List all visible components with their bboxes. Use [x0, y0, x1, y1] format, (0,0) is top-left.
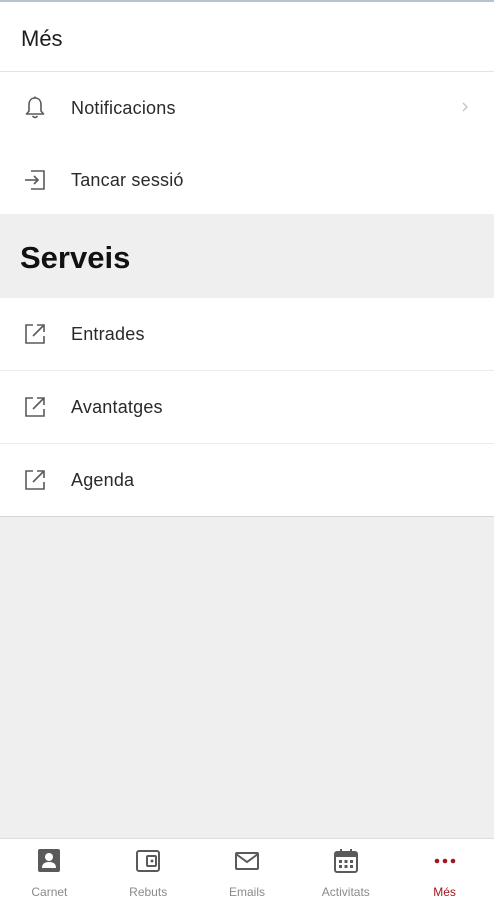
tab-emails[interactable]: Emails: [198, 839, 297, 900]
more-dots-icon: [434, 858, 455, 864]
mail-icon: [234, 852, 259, 870]
tab-label: Emails: [228, 885, 265, 899]
id-card-icon: [38, 849, 61, 872]
notifications-row[interactable]: Notificacions: [0, 72, 494, 144]
services-title: Serveis: [20, 240, 131, 275]
tab-label: Rebuts: [129, 885, 168, 899]
account-section: Notificacions Tancar sessió: [0, 72, 494, 216]
external-link-icon: [25, 397, 45, 417]
notifications-label: Notificacions: [71, 97, 176, 118]
bottom-tab-bar: Carnet Rebuts Emails Activitats Més: [0, 838, 494, 900]
services-item-label: Agenda: [71, 469, 135, 490]
tab-activitats[interactable]: Activitats: [296, 839, 395, 900]
services-item-agenda[interactable]: Agenda: [0, 444, 494, 516]
services-item-avantatges[interactable]: Avantatges: [0, 371, 494, 443]
page-title: Més: [21, 26, 63, 51]
page-header: Més: [0, 2, 494, 72]
external-link-icon: [25, 470, 45, 490]
services-item-label: Entrades: [71, 323, 145, 344]
services-item-label: Avantatges: [71, 396, 163, 417]
services-header: Serveis: [0, 214, 494, 298]
logout-icon: [25, 170, 45, 190]
wallet-icon: [136, 850, 161, 872]
section-bottom-border: [0, 516, 494, 517]
logout-label: Tancar sessió: [71, 169, 184, 190]
tab-rebuts[interactable]: Rebuts: [99, 839, 198, 900]
calendar-icon: [333, 849, 358, 873]
tab-label: Activitats: [321, 885, 370, 899]
services-item-entrades[interactable]: Entrades: [0, 298, 494, 370]
bell-icon: [25, 96, 45, 119]
tab-label: Més: [433, 885, 456, 899]
services-section: Entrades Avantatges Agenda: [0, 298, 494, 517]
tab-mes[interactable]: Més: [395, 839, 494, 900]
chevron-right-icon: [462, 102, 468, 112]
logout-row[interactable]: Tancar sessió: [0, 144, 494, 216]
tab-label: Carnet: [31, 885, 68, 899]
tab-carnet[interactable]: Carnet: [0, 839, 99, 900]
external-link-icon: [25, 324, 45, 344]
